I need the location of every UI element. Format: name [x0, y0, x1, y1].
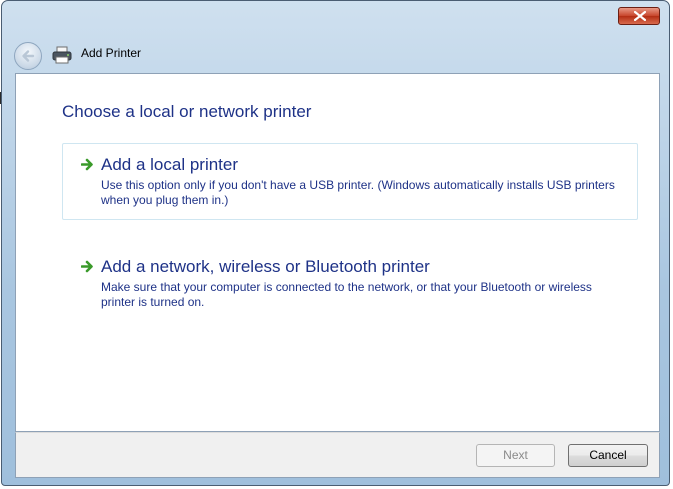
close-button[interactable] [618, 7, 660, 25]
close-icon [634, 11, 646, 21]
option-description: Use this option only if you don't have a… [101, 178, 615, 207]
back-arrow-icon [22, 50, 35, 62]
window-title: Add Printer [81, 46, 142, 60]
back-button[interactable] [14, 42, 42, 70]
green-arrow-icon [81, 260, 93, 273]
option-title: Add a local printer [101, 155, 239, 174]
green-arrow-icon [81, 158, 93, 171]
printer-icon [52, 46, 72, 64]
page-heading: Choose a local or network printer [62, 102, 312, 121]
cancel-button[interactable]: Cancel [568, 444, 648, 467]
main-content: Choose a local or network printer Add a … [15, 73, 660, 432]
add-local-printer-option[interactable]: Add a local printer Use this option only… [62, 143, 638, 220]
next-button[interactable]: Next [476, 444, 555, 467]
option-title: Add a network, wireless or Bluetooth pri… [101, 257, 430, 276]
option-description: Make sure that your computer is connecte… [101, 280, 592, 309]
add-network-printer-option[interactable]: Add a network, wireless or Bluetooth pri… [62, 245, 638, 315]
add-printer-dialog: Add Printer Choose a local or network pr… [1, 0, 670, 486]
title-bar: Add Printer [2, 1, 669, 73]
button-bar: Next Cancel [15, 432, 660, 478]
